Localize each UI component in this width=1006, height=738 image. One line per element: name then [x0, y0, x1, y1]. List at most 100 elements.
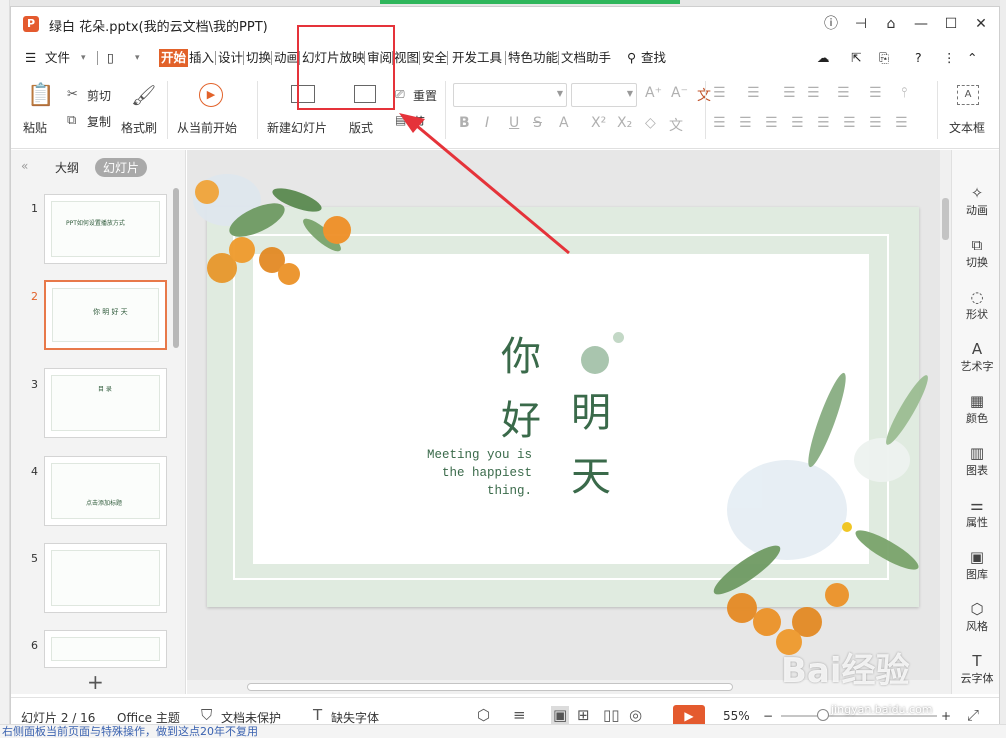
- char-spacing-icon[interactable]: 文: [669, 115, 683, 135]
- align-text-icon[interactable]: ☰: [843, 115, 856, 131]
- play-from-current-icon[interactable]: ▶: [199, 83, 223, 107]
- hscroll-thumb[interactable]: [247, 683, 733, 691]
- font-name-select[interactable]: ▼: [453, 83, 567, 107]
- shrink-font-icon[interactable]: A⁻: [671, 85, 688, 101]
- convert-smartart-icon[interactable]: ☰: [895, 115, 908, 131]
- hamburger-menu-icon[interactable]: ☰: [25, 49, 36, 67]
- layout-button[interactable]: 版式: [349, 119, 373, 136]
- presenter-view-icon[interactable]: ◎: [629, 706, 642, 724]
- thumbnail-scrollbar[interactable]: [173, 188, 179, 348]
- search-menu[interactable]: 查找: [641, 49, 666, 67]
- reading-view-icon[interactable]: ▯▯: [603, 706, 620, 724]
- smart-align-icon[interactable]: ☰: [869, 115, 882, 131]
- tab-animation[interactable]: 动画: [274, 49, 299, 67]
- tab-security[interactable]: 安全: [422, 49, 447, 67]
- strikethrough-icon[interactable]: S: [533, 115, 542, 131]
- cut-button[interactable]: 剪切: [87, 87, 111, 104]
- pin-icon[interactable]: ⊣: [849, 13, 873, 35]
- font-size-select[interactable]: ▼: [571, 83, 637, 107]
- canvas-vertical-scrollbar[interactable]: [940, 150, 951, 694]
- textbox-icon[interactable]: A: [957, 85, 979, 105]
- align-left-icon[interactable]: ☰: [713, 115, 726, 131]
- rp-style[interactable]: ⬡ 风格: [952, 600, 999, 634]
- rp-animation[interactable]: ✧ 动画: [952, 184, 999, 218]
- tab-outline[interactable]: 大纲: [47, 158, 87, 177]
- phonetic-icon[interactable]: 文: [697, 85, 711, 105]
- reset-button[interactable]: 重置: [413, 87, 437, 104]
- export-icon[interactable]: ⎘: [879, 49, 889, 67]
- view-mode-icon[interactable]: ⬡: [477, 706, 490, 724]
- quick-access-chevron-icon[interactable]: ▾: [135, 49, 140, 67]
- tab-transitions[interactable]: 切换: [246, 49, 271, 67]
- from-current-button[interactable]: 从当前开始: [177, 119, 237, 136]
- bold-icon[interactable]: B: [459, 115, 470, 131]
- copy-button[interactable]: 复制: [87, 113, 111, 130]
- slide-thumbnail[interactable]: PPT如何设置播放方式: [44, 194, 167, 264]
- tab-view[interactable]: 视图: [394, 49, 419, 67]
- distribute-icon[interactable]: ☰: [817, 115, 830, 131]
- collapse-ribbon-icon[interactable]: ⌃: [967, 49, 977, 67]
- decrease-indent-icon[interactable]: ☰: [783, 85, 796, 101]
- align-right-icon[interactable]: ☰: [765, 115, 778, 131]
- new-slide-button[interactable]: 新建幻灯片: [267, 119, 327, 136]
- rp-transition[interactable]: ⧉ 切换: [952, 236, 999, 270]
- slide-thumbnail[interactable]: 点击添加标题: [44, 456, 167, 526]
- font-color-icon[interactable]: A: [559, 115, 569, 131]
- tab-home[interactable]: 开始: [159, 49, 189, 67]
- slide-thumbnail[interactable]: 目 录: [44, 368, 167, 438]
- info-icon[interactable]: ⓘ: [819, 13, 843, 35]
- rp-gallery[interactable]: ▣ 图库: [952, 548, 999, 582]
- format-painter-button[interactable]: 格式刷: [121, 119, 157, 136]
- section-button[interactable]: 节: [413, 113, 425, 130]
- justify-icon[interactable]: ☰: [791, 115, 804, 131]
- grow-font-icon[interactable]: A⁺: [645, 85, 662, 101]
- slide-thumbnail[interactable]: [44, 630, 167, 668]
- line-spacing-icon[interactable]: ☰: [837, 85, 850, 101]
- subscript-icon[interactable]: X₂: [617, 115, 632, 131]
- vscroll-thumb[interactable]: [942, 198, 949, 240]
- rp-wordart[interactable]: A 艺术字: [952, 340, 999, 374]
- tab-insert[interactable]: 插入: [189, 49, 214, 67]
- paste-icon[interactable]: 📋: [27, 83, 54, 108]
- notes-icon[interactable]: ≡: [513, 706, 526, 724]
- tab-slides[interactable]: 幻灯片: [95, 158, 148, 177]
- skin-icon[interactable]: ⌂: [879, 13, 903, 35]
- rp-shape[interactable]: ◌ 形状: [952, 288, 999, 322]
- underline-icon[interactable]: U: [509, 115, 519, 131]
- slide-thumbnail-selected[interactable]: 你 明 好 天: [44, 280, 167, 350]
- help-icon[interactable]: ?: [915, 49, 922, 67]
- more-icon[interactable]: ⋮: [943, 49, 956, 67]
- increase-indent-icon[interactable]: ☰: [807, 85, 820, 101]
- collapse-panel-icon[interactable]: «: [13, 158, 36, 174]
- textbox-button[interactable]: 文本框: [949, 119, 985, 136]
- section-icon[interactable]: ▤: [395, 113, 406, 127]
- column-icon[interactable]: ☰: [869, 85, 882, 101]
- reset-icon[interactable]: ⎚: [395, 87, 405, 102]
- format-painter-icon[interactable]: 🖌: [131, 83, 156, 107]
- maximize-button[interactable]: ☐: [939, 13, 963, 35]
- rp-chart[interactable]: ▥ 图表: [952, 444, 999, 478]
- rp-color[interactable]: ▦ 颜色: [952, 392, 999, 426]
- new-doc-icon[interactable]: ▯: [107, 49, 114, 67]
- normal-view-icon[interactable]: ▣: [551, 706, 570, 724]
- share-icon[interactable]: ⇱: [851, 49, 861, 67]
- bullets-icon[interactable]: ☰: [713, 85, 726, 101]
- minimize-button[interactable]: —: [909, 13, 933, 35]
- rp-properties[interactable]: ⚌ 属性: [952, 496, 999, 530]
- copy-icon[interactable]: ⧉: [67, 113, 76, 128]
- close-button[interactable]: ✕: [969, 13, 993, 35]
- paste-button[interactable]: 粘贴: [23, 119, 47, 136]
- tab-design[interactable]: 设计: [218, 49, 243, 67]
- cut-icon[interactable]: ✂: [67, 87, 78, 102]
- file-menu[interactable]: 文件: [45, 49, 70, 67]
- file-chevron-down-icon[interactable]: ▾: [81, 49, 86, 67]
- tab-developer[interactable]: 开发工具: [452, 49, 502, 67]
- superscript-icon[interactable]: X²: [591, 115, 606, 131]
- cloud-sync-icon[interactable]: ☁: [817, 49, 830, 67]
- align-center-icon[interactable]: ☰: [739, 115, 752, 131]
- numbering-icon[interactable]: ☰: [747, 85, 760, 101]
- zoom-out-icon[interactable]: −: [763, 709, 773, 723]
- clear-format-icon[interactable]: ◇: [645, 115, 656, 131]
- slide-thumbnail[interactable]: [44, 543, 167, 613]
- tab-assistant[interactable]: 文档助手: [561, 49, 611, 67]
